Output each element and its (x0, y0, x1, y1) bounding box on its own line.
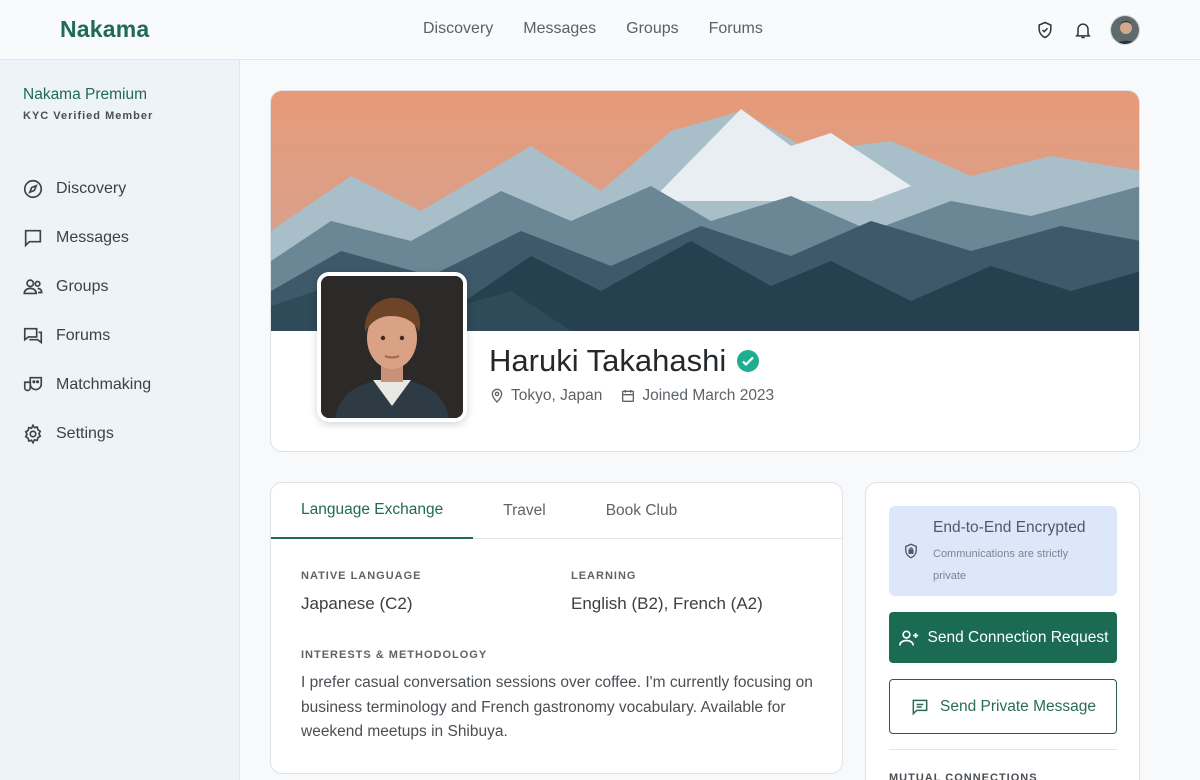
message-icon (912, 699, 928, 715)
sidebar-item-forums[interactable]: Forums (22, 311, 151, 360)
verified-badge-icon (737, 350, 760, 372)
native-language-label: NATIVE LANGUAGE (301, 570, 422, 582)
premium-label: Nakama Premium (23, 86, 148, 103)
forum-icon (23, 327, 43, 344)
sidebar-nav: Discovery Messages Groups Forums Matchma… (22, 164, 151, 458)
tab-bar: Language Exchange Travel Book Club (271, 483, 842, 539)
kyc-label: KYC Verified Member (23, 110, 154, 122)
mutual-connections-label: MUTUAL CONNECTIONS (889, 772, 1038, 780)
send-private-message-button[interactable]: Send Private Message (889, 679, 1117, 734)
gear-icon (24, 423, 42, 444)
top-nav: Discovery Messages Groups Forums (423, 20, 763, 38)
top-actions (1034, 15, 1140, 45)
tab-language-exchange[interactable]: Language Exchange (271, 483, 474, 539)
location-pin-icon (491, 388, 503, 403)
profile-header-card: Haruki Takahashi Tokyo, Japan Joined Mar… (270, 90, 1140, 452)
sidebar-item-discovery[interactable]: Discovery (22, 164, 151, 213)
profile-photo (317, 272, 467, 422)
bell-icon[interactable] (1072, 19, 1094, 41)
action-card: End-to-End Encrypted Communications are … (865, 482, 1140, 780)
section-divider (889, 749, 1117, 750)
compass-icon (23, 179, 43, 198)
masks-icon (23, 376, 43, 391)
learning-value: English (B2), French (A2) (571, 594, 763, 613)
encryption-notice: End-to-End Encrypted Communications are … (889, 506, 1117, 596)
profile-meta: Tokyo, Japan Joined March 2023 (489, 387, 774, 405)
encryption-title: End-to-End Encrypted (933, 519, 1086, 536)
sidebar-item-matchmaking[interactable]: Matchmaking (22, 360, 151, 409)
top-navbar: Nakama Discovery Messages Groups Forums (0, 0, 1200, 60)
sidebar-item-label: Discovery (56, 179, 127, 197)
interests-text: I prefer casual conversation sessions ov… (301, 674, 813, 740)
profile-name: Haruki Takahashi (489, 343, 727, 378)
encryption-subtitle: Communications are strictly private (933, 548, 1069, 582)
lock-shield-icon (905, 543, 917, 559)
topnav-forums[interactable]: Forums (709, 20, 763, 38)
sidebar-item-label: Settings (56, 424, 114, 442)
profile-joined: Joined March 2023 (620, 387, 774, 405)
calendar-icon (622, 390, 635, 402)
shield-icon[interactable] (1034, 19, 1056, 41)
groups-icon (23, 278, 43, 294)
sidebar-item-label: Matchmaking (56, 375, 152, 393)
native-language-value: Japanese (C2) (301, 594, 413, 613)
sidebar-item-label: Messages (56, 228, 129, 246)
profile-tabs-card: Language Exchange Travel Book Club NATIV… (270, 482, 843, 774)
brand-logo[interactable]: Nakama (60, 16, 149, 43)
topnav-discovery[interactable]: Discovery (423, 20, 493, 38)
sidebar-item-label: Groups (56, 277, 109, 295)
sidebar-item-groups[interactable]: Groups (22, 262, 151, 311)
send-connection-request-button[interactable]: Send Connection Request (889, 612, 1117, 663)
sidebar-item-settings[interactable]: Settings (22, 409, 151, 458)
profile-location: Tokyo, Japan (489, 387, 602, 405)
user-avatar[interactable] (1110, 15, 1140, 45)
profile-name-row: Haruki Takahashi (489, 343, 760, 379)
sidebar-item-messages[interactable]: Messages (22, 213, 151, 262)
tab-travel[interactable]: Travel (473, 483, 576, 539)
tab-book-club[interactable]: Book Club (576, 483, 708, 539)
topnav-messages[interactable]: Messages (523, 20, 596, 38)
sidebar: Nakama Premium KYC Verified Member Disco… (0, 60, 240, 780)
add-user-icon (898, 630, 918, 646)
topnav-groups[interactable]: Groups (626, 20, 678, 38)
learning-label: LEARNING (571, 570, 637, 582)
interests-label: INTERESTS & METHODOLOGY (301, 649, 488, 661)
chat-icon (24, 229, 42, 247)
sidebar-item-label: Forums (56, 326, 111, 344)
